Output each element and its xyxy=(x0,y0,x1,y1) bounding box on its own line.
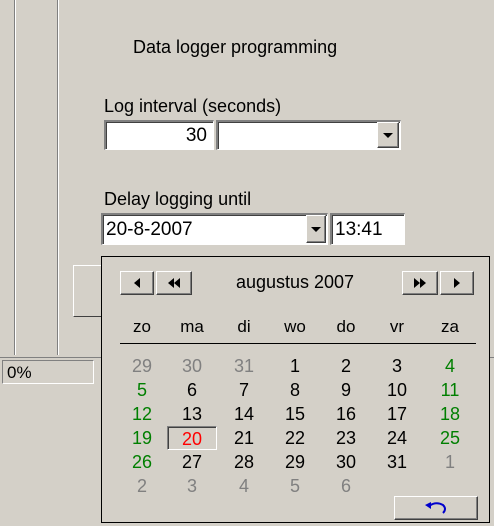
calendar-day[interactable]: 5 xyxy=(117,378,167,402)
chevron-down-icon xyxy=(383,133,393,138)
calendar-day[interactable]: 30 xyxy=(167,354,217,378)
calendar-day[interactable]: 28 xyxy=(219,450,269,474)
calendar-day[interactable]: 3 xyxy=(372,354,422,378)
calendar-day[interactable]: 7 xyxy=(219,378,269,402)
calendar-day[interactable]: 17 xyxy=(372,402,422,426)
group-title: Data logger programming xyxy=(133,37,338,57)
day-header: vr xyxy=(389,317,405,336)
double-triangle-right-icon-part xyxy=(420,278,426,288)
progress-text: 0% xyxy=(2,360,94,384)
next-month-button[interactable] xyxy=(440,271,474,295)
month-year-title: augustus 2007 xyxy=(235,272,355,292)
calendar-day[interactable]: 23 xyxy=(321,426,371,450)
delay-date-dropdown-button[interactable] xyxy=(306,215,326,243)
prev-year-button[interactable] xyxy=(156,271,192,295)
calendar-day[interactable]: 1 xyxy=(270,354,320,378)
calendar-day[interactable]: 14 xyxy=(219,402,269,426)
calendar-day[interactable]: 8 xyxy=(270,378,320,402)
calendar-day[interactable]: 18 xyxy=(425,402,475,426)
calendar-day[interactable]: 6 xyxy=(321,474,371,498)
calendar-day[interactable]: 31 xyxy=(372,450,422,474)
today-button[interactable] xyxy=(394,496,478,520)
calendar-day[interactable]: 30 xyxy=(321,450,371,474)
prev-month-button[interactable] xyxy=(120,271,154,295)
calendar-popup: augustus 2007 zo ma di wo do vr za 29 30 31 1 2 3 4 5… xyxy=(101,256,490,523)
calendar-day[interactable]: 29 xyxy=(117,354,167,378)
day-header: wo xyxy=(284,317,306,336)
day-header: di xyxy=(237,317,251,336)
chevron-down-icon xyxy=(311,227,321,232)
day-header: zo xyxy=(133,317,151,336)
left-panel xyxy=(0,0,57,355)
panel-separator-highlight xyxy=(58,0,59,355)
calendar-day[interactable]: 19 xyxy=(117,426,167,450)
log-interval-label: Log interval (seconds) xyxy=(104,96,282,116)
calendar-day[interactable]: 15 xyxy=(270,402,320,426)
calendar-day[interactable]: 2 xyxy=(321,354,371,378)
day-header: za xyxy=(441,317,459,336)
calendar-day[interactable]: 20 xyxy=(167,426,217,450)
log-interval-dropdown-button[interactable] xyxy=(377,122,399,148)
calendar-day[interactable]: 16 xyxy=(321,402,371,426)
day-header: do xyxy=(336,317,356,336)
calendar-day[interactable]: 27 xyxy=(167,450,217,474)
calendar-day[interactable]: 2 xyxy=(117,474,167,498)
calendar-day[interactable]: 13 xyxy=(167,402,217,426)
calendar-day[interactable]: 24 xyxy=(372,426,422,450)
delay-label: Delay logging until xyxy=(104,189,252,209)
next-year-button[interactable] xyxy=(402,271,438,295)
calendar-day[interactable]: 21 xyxy=(219,426,269,450)
calendar-day[interactable]: 11 xyxy=(425,378,475,402)
calendar-day[interactable]: 4 xyxy=(219,474,269,498)
undo-arrow-icon xyxy=(425,502,446,514)
log-interval-input[interactable]: 30 xyxy=(104,120,214,150)
double-triangle-left-icon-part xyxy=(174,278,180,288)
panel-divider-highlight xyxy=(15,0,16,355)
calendar-day[interactable]: 6 xyxy=(167,378,217,402)
calendar-day[interactable]: 3 xyxy=(167,474,217,498)
calendar-day[interactable]: 4 xyxy=(425,354,475,378)
calendar-day[interactable]: 9 xyxy=(321,378,371,402)
calendar-day[interactable]: 12 xyxy=(117,402,167,426)
calendar-day[interactable]: 10 xyxy=(372,378,422,402)
calendar-day[interactable]: 22 xyxy=(270,426,320,450)
calendar-day[interactable]: 29 xyxy=(270,450,320,474)
log-interval-unit-combo[interactable] xyxy=(216,120,401,150)
day-header: ma xyxy=(180,317,204,336)
delay-date-combo[interactable]: 20-8-2007 xyxy=(101,213,328,245)
day-header-separator xyxy=(120,343,476,344)
delay-date-value: 20-8-2007 xyxy=(106,219,193,240)
calendar-day[interactable]: 5 xyxy=(270,474,320,498)
calendar-day[interactable]: 26 xyxy=(117,450,167,474)
calendar-day[interactable]: 25 xyxy=(425,426,475,450)
calendar-day[interactable]: 31 xyxy=(219,354,269,378)
delay-time-input[interactable]: 13:41 xyxy=(330,213,405,245)
calendar-day[interactable]: 1 xyxy=(425,450,475,474)
triangle-right-icon xyxy=(454,278,460,288)
triangle-left-icon xyxy=(134,278,140,288)
